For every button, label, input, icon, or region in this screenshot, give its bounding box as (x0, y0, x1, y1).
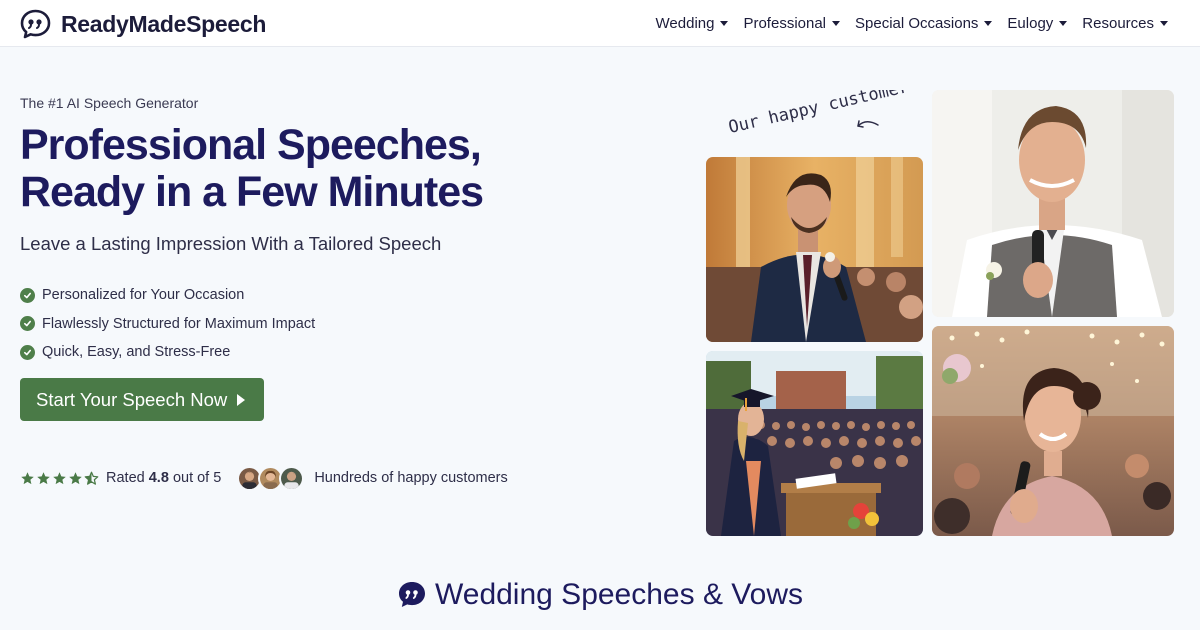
chevron-down-icon (984, 21, 993, 26)
section-heading: Wedding Speeches & Vows (0, 578, 1200, 612)
nav-item-label: Special Occasions (855, 15, 979, 32)
section-title-text: Wedding Speeches & Vows (434, 578, 803, 611)
photo-man-vest-speech (932, 90, 1174, 317)
nav-item-eulogy[interactable]: Eulogy (1007, 15, 1068, 32)
site-header: ReadyMadeSpeech Wedding Professional Spe… (0, 0, 1200, 47)
rating-text: Rated 4.8 out of 5 (106, 470, 221, 486)
photo-groom-speech (706, 157, 923, 342)
nav-item-special-occasions[interactable]: Special Occasions (855, 15, 993, 32)
happy-customers-text: Hundreds of happy customers (314, 470, 508, 486)
photo-woman-speech (932, 326, 1174, 536)
rating-prefix: Rated (106, 470, 145, 486)
chevron-down-icon (1160, 21, 1168, 26)
annotation-text: Our happy customers (728, 90, 908, 138)
logo-link[interactable]: ReadyMadeSpeech (20, 9, 266, 39)
cta-label: Start Your Speech Now (36, 388, 228, 410)
speech-quote-icon (20, 9, 51, 39)
hero-eyebrow: The #1 AI Speech Generator (20, 95, 199, 111)
feature-item: Flawlessly Structured for Maximum Impact (20, 310, 315, 339)
chevron-down-icon (832, 21, 841, 26)
nav-item-label: Resources (1082, 15, 1154, 32)
play-arrow-icon (237, 393, 246, 406)
headline-line-1: Professional Speeches, (20, 121, 482, 169)
nav-item-label: Professional (743, 15, 827, 32)
photo-graduation-speech (706, 351, 923, 536)
rating-value: 4.8 (148, 470, 169, 486)
nav-item-label: Eulogy (1007, 15, 1054, 32)
speech-bubble-icon (398, 582, 425, 607)
star-half-icon (84, 471, 99, 485)
feature-list: Personalized for Your Occasion Flawlessl… (20, 281, 315, 367)
check-circle-icon (20, 287, 35, 303)
nav-item-resources[interactable]: Resources (1082, 15, 1168, 32)
brand-name: ReadyMadeSpeech (61, 10, 267, 37)
check-circle-icon (20, 344, 35, 360)
feature-label: Flawlessly Structured for Maximum Impact (42, 315, 316, 332)
headline-line-2: Ready in a Few Minutes (20, 168, 484, 216)
main-nav: Wedding Professional Special Occasions E… (641, 0, 1168, 47)
rating-suffix: out of 5 (172, 470, 222, 486)
feature-label: Quick, Easy, and Stress-Free (42, 344, 231, 361)
hero-subhead: Leave a Lasting Impression With a Tailor… (20, 233, 442, 254)
rating-row: Rated 4.8 out of 5 Hundreds of happy cus… (20, 465, 508, 491)
star-rating (20, 471, 100, 486)
check-circle-icon (20, 316, 35, 332)
avatar (279, 465, 305, 491)
happy-customers-annotation: Our happy customers (728, 90, 908, 138)
feature-label: Personalized for Your Occasion (42, 287, 245, 304)
nav-item-professional[interactable]: Professional (743, 15, 841, 32)
star-icon (37, 471, 50, 484)
star-icon (21, 471, 34, 484)
feature-item: Personalized for Your Occasion (20, 281, 315, 310)
star-icon (53, 471, 66, 484)
star-icon (69, 471, 82, 484)
nav-item-label: Wedding (655, 15, 715, 32)
customer-avatars (237, 465, 305, 491)
start-speech-button[interactable]: Start Your Speech Now (20, 378, 264, 421)
curved-arrow-icon (857, 121, 879, 127)
feature-item: Quick, Easy, and Stress-Free (20, 338, 315, 367)
chevron-down-icon (1059, 21, 1068, 26)
hero-headline: Professional Speeches, Ready in a Few Mi… (20, 122, 640, 216)
chevron-down-icon (720, 21, 729, 26)
nav-item-wedding[interactable]: Wedding (656, 15, 729, 32)
